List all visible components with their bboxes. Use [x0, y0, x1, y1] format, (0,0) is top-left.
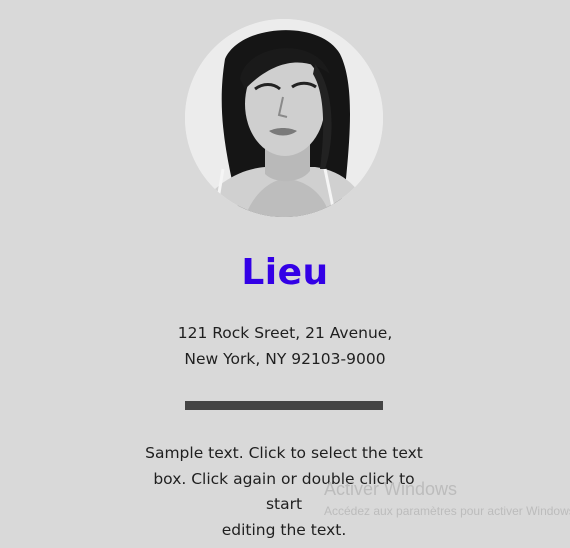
address: 121 Rock Sreet, 21 Avenue, New York, NY …	[0, 320, 570, 372]
watermark-subtitle: Accédez aux paramètres pour activer Wind…	[324, 504, 570, 518]
windows-activation-watermark: Activer Windows Accédez aux paramètres p…	[324, 478, 570, 520]
watermark-title: Activer Windows	[324, 479, 458, 499]
portrait-image	[185, 19, 383, 217]
divider	[185, 401, 383, 410]
profile-name: Lieu	[241, 252, 329, 293]
address-line-2: New York, NY 92103-9000	[184, 350, 386, 368]
sample-text-line-3: editing the text.	[221, 520, 347, 539]
address-line-1: 121 Rock Sreet, 21 Avenue,	[177, 324, 393, 342]
profile-photo[interactable]	[185, 19, 383, 217]
sample-text-line-1: Sample text. Click to select the text	[145, 444, 423, 462]
